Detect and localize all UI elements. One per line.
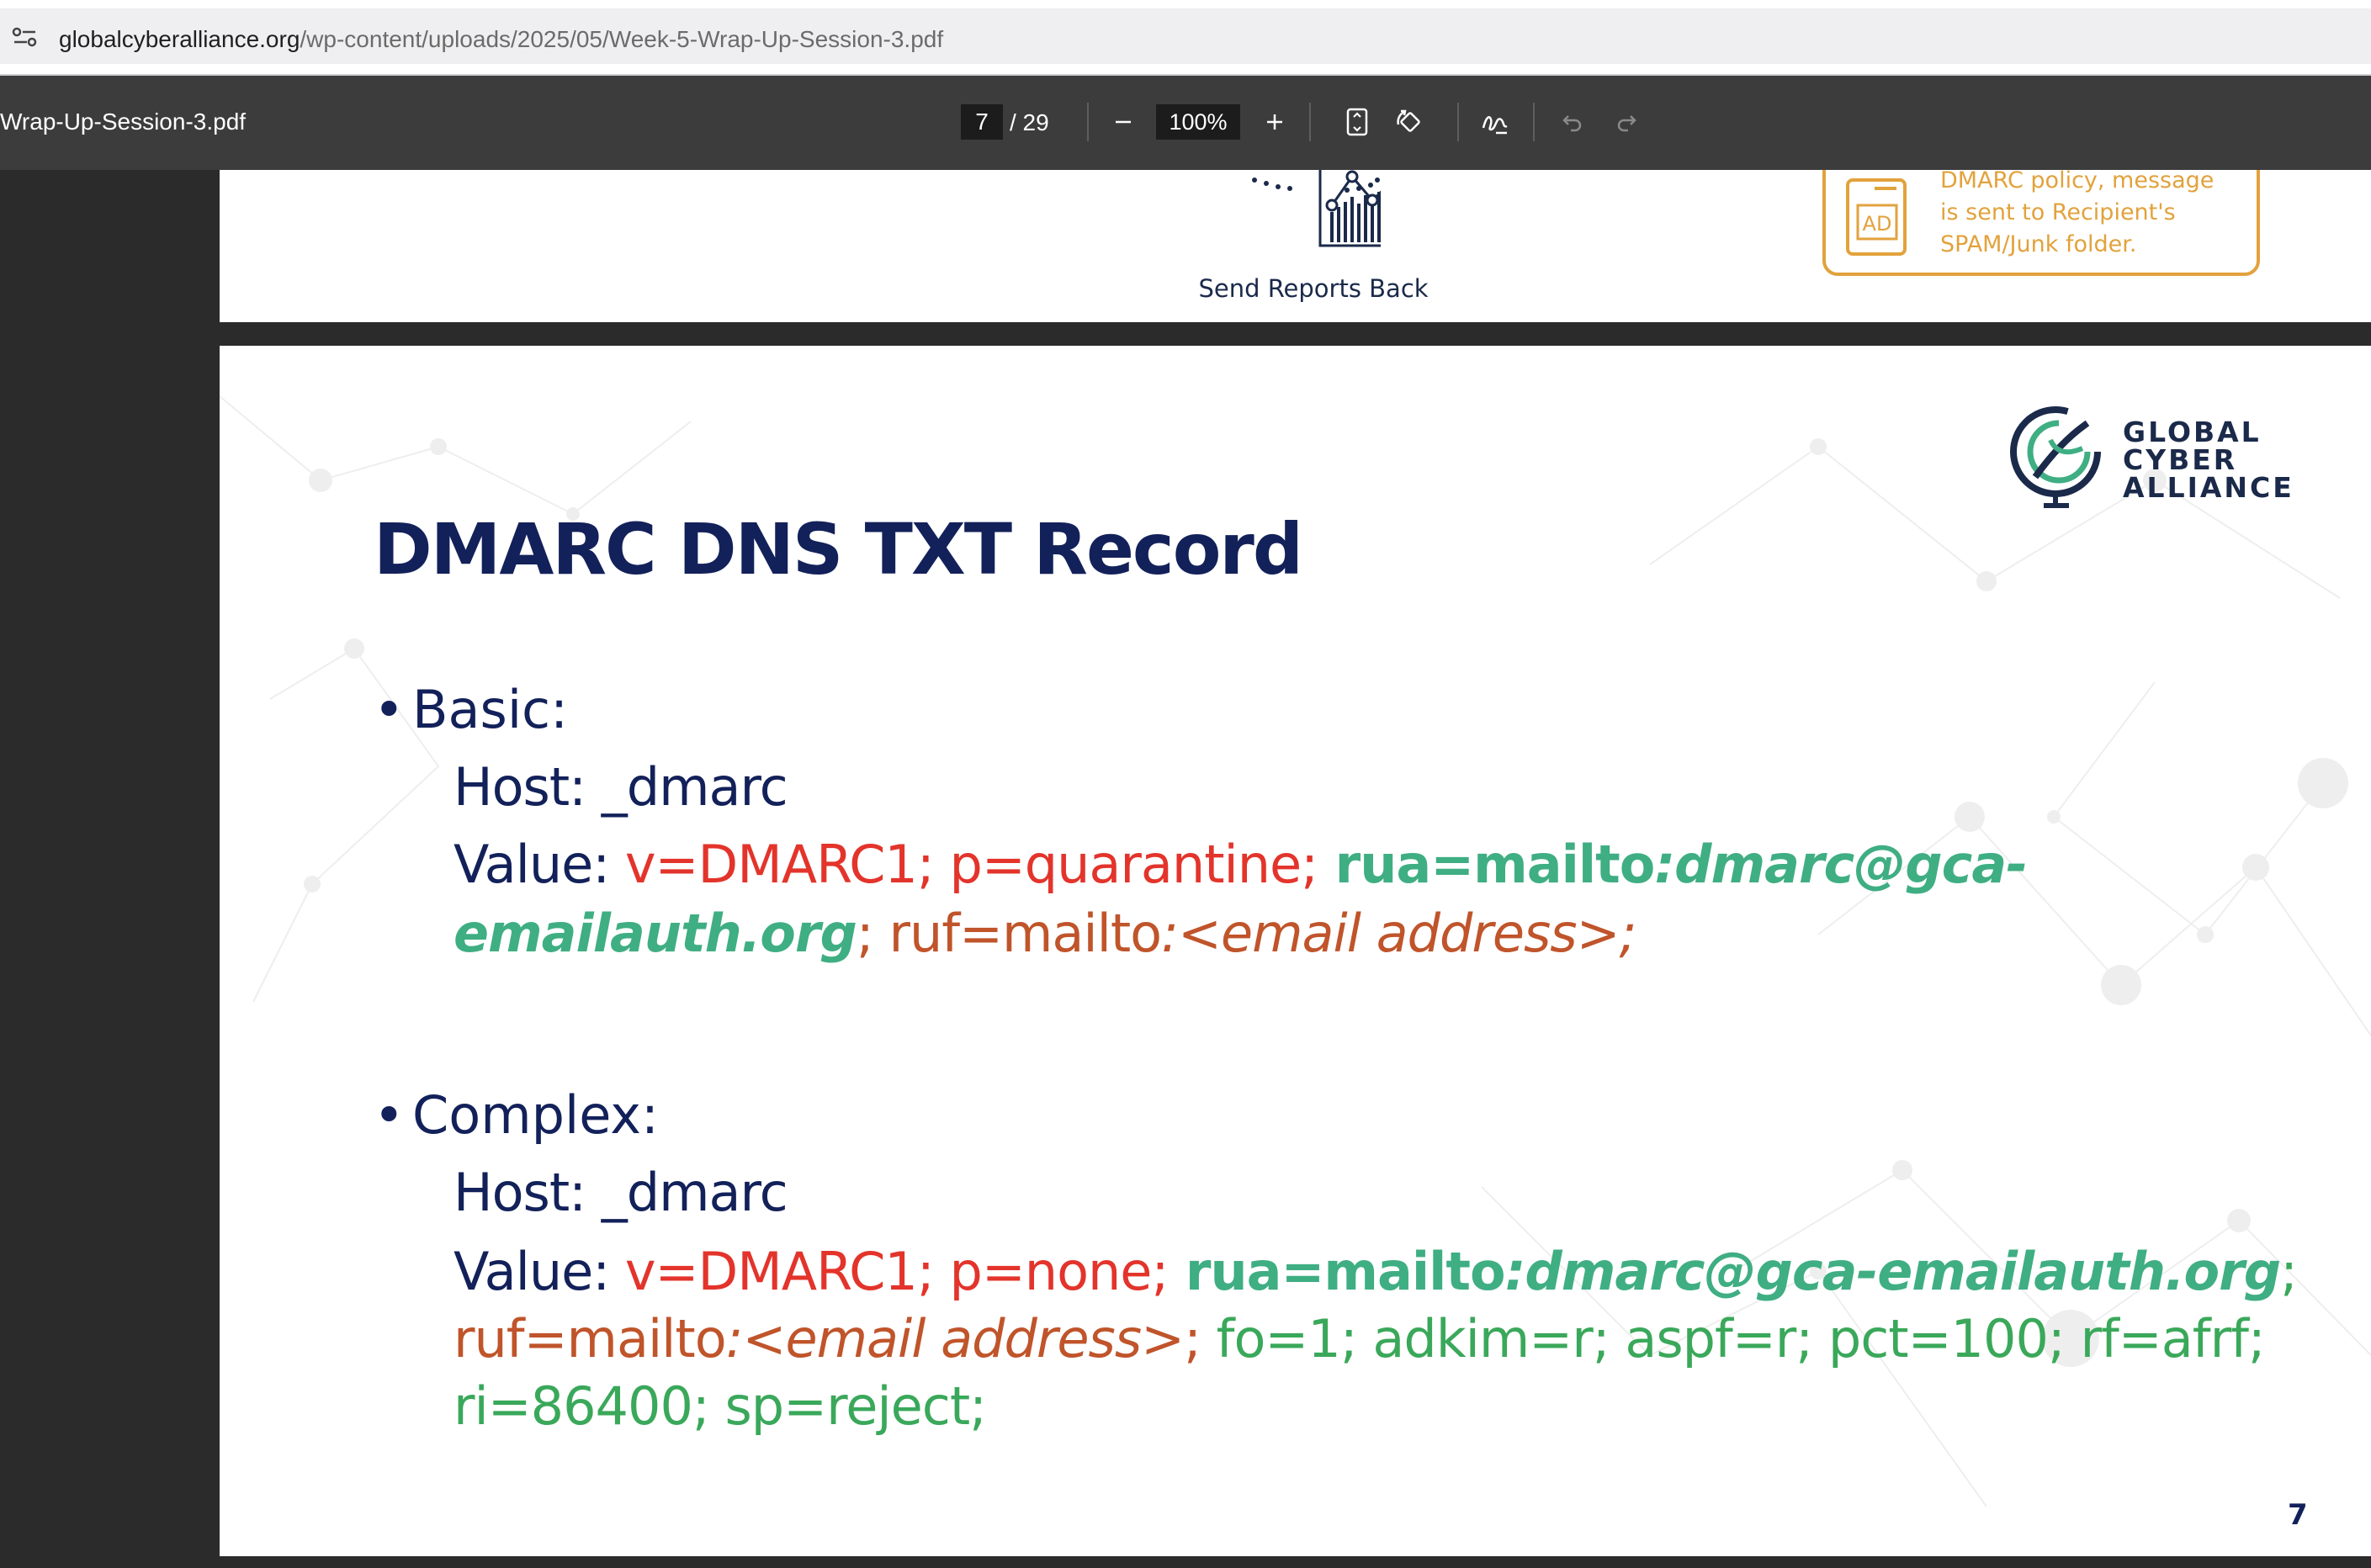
policy-tag: p=none;	[933, 1241, 1169, 1302]
separator: ;	[1184, 1308, 1201, 1369]
logo-line: ALLIANCE	[2123, 471, 2294, 504]
viewer-gutter	[0, 170, 220, 1568]
logo-line: GLOBAL	[2123, 416, 2262, 448]
previous-page-caption: Send Reports Back	[1198, 274, 1429, 303]
basic-value-line-2: emailauth.org; ruf=mailto:<email address…	[454, 904, 1636, 963]
previous-page: Send Reports Back AD DMARC policy, messa…	[220, 170, 2371, 322]
bullet-heading: Basic:	[412, 679, 569, 740]
pdf-page-7: GLOBAL CYBER ALLIANCE DMARC DNS TXT Reco…	[220, 346, 2371, 1556]
bullet-dot: •	[374, 1084, 405, 1146]
basic-host-line: Host: _dmarc	[454, 756, 788, 818]
complex-value-line: Value: v=DMARC1; p=none; rua=mailto:dmar…	[454, 1241, 2298, 1302]
bullet-dot: •	[374, 679, 405, 740]
extra-tags: ri=86400; sp=reject;	[454, 1375, 987, 1437]
extra-tags: fo=1; adkim=r; aspf=r; pct=100; rf=afrf;	[1200, 1308, 2266, 1369]
value-label: Value:	[454, 834, 625, 895]
document-ad-icon: AD	[1846, 178, 1907, 256]
report-chart-icon	[1252, 170, 1381, 247]
address-bar[interactable]: globalcyberalliance.org/wp-content/uploa…	[0, 8, 2371, 64]
bullet-heading: Complex:	[412, 1084, 659, 1146]
logo-line: CYBER	[2123, 443, 2238, 476]
url-text[interactable]: globalcyberalliance.org/wp-content/uploa…	[59, 27, 943, 52]
pdf-toolbar: Wrap-Up-Session-3.pdf / 29	[0, 76, 2371, 170]
spam-folder-callout: AD DMARC policy, message is sent to Reci…	[1822, 170, 2260, 276]
zoom-level-input[interactable]	[1156, 104, 1240, 140]
document-title: Wrap-Up-Session-3.pdf	[0, 109, 247, 135]
site-settings-icon[interactable]	[12, 26, 39, 48]
rotate-icon	[1397, 109, 1420, 132]
gca-logo-wordmark: GLOBAL CYBER ALLIANCE	[2123, 418, 2294, 501]
rua-value-cont: emailauth.org	[454, 903, 857, 964]
complex-value-line-2: ruf=mailto:<email address>; fo=1; adkim=…	[454, 1308, 2266, 1369]
rua-value: :dmarc@gca-	[1654, 834, 2028, 895]
ruf-value: :<email address>	[725, 1308, 1185, 1369]
separator: ;	[2280, 1241, 2298, 1302]
callout-icon-label: AD	[1863, 212, 1892, 236]
bullet-basic: • Basic:	[374, 681, 568, 739]
version-tag: v=DMARC1;	[624, 834, 935, 895]
callout-line: SPAM/Junk folder.	[1940, 231, 2137, 257]
plus-icon	[1267, 114, 1282, 130]
bullet-complex: • Complex:	[374, 1086, 659, 1145]
pdf-viewer[interactable]: Send Reports Back AD DMARC policy, messa…	[0, 170, 2371, 1568]
separator: ;	[856, 903, 874, 964]
ruf-value: :<email address>;	[1161, 903, 1636, 964]
url-host: globalcyberalliance.org	[59, 26, 300, 52]
toolbar-separator	[1457, 103, 1459, 141]
complex-host-line: Host: _dmarc	[454, 1162, 788, 1223]
callout-line: is sent to Recipient's	[1940, 199, 2176, 225]
basic-value-line: Value: v=DMARC1; p=quarantine; rua=mailt…	[454, 834, 2028, 895]
redo-button[interactable]	[1605, 101, 1647, 143]
zoom-out-button[interactable]	[1102, 101, 1144, 143]
toolbar-separator	[1087, 103, 1089, 141]
callout-text: DMARC policy, message is sent to Recipie…	[1940, 170, 2243, 261]
value-label: Value:	[454, 1241, 625, 1302]
toolbar-separator	[1533, 103, 1535, 141]
browser-chrome: globalcyberalliance.org/wp-content/uploa…	[0, 0, 2371, 76]
annotate-button[interactable]	[1474, 101, 1516, 143]
toolbar-separator	[1309, 103, 1311, 141]
minus-icon	[1116, 120, 1131, 124]
version-tag: v=DMARC1;	[624, 1241, 935, 1302]
url-path: /wp-content/uploads/2025/05/Week-5-Wrap-…	[300, 26, 944, 52]
callout-line: DMARC policy, message	[1940, 170, 2215, 193]
rotate-button[interactable]	[1388, 101, 1430, 143]
page-total: / 29	[1010, 109, 1049, 135]
zoom-in-button[interactable]	[1254, 101, 1296, 143]
redo-icon	[1617, 115, 1636, 132]
fit-to-page-button[interactable]	[1336, 101, 1378, 143]
annotate-icon	[1482, 116, 1508, 135]
policy-tag: p=quarantine;	[933, 834, 1318, 895]
page-number-input[interactable]	[961, 104, 1003, 140]
slide-page-number: 7	[2288, 1498, 2308, 1532]
rua-key: rua=mailto	[1318, 834, 1656, 895]
undo-button[interactable]	[1551, 101, 1594, 143]
rua-value: :dmarc@gca-emailauth.org	[1504, 1241, 2281, 1302]
undo-icon	[1562, 115, 1582, 132]
fit-page-icon	[1346, 108, 1368, 136]
slide-title: DMARC DNS TXT Record	[374, 508, 1303, 591]
complex-value-line-3: ri=86400; sp=reject;	[454, 1375, 987, 1437]
rua-key: rua=mailto	[1168, 1241, 1506, 1302]
ruf-key: ruf=mailto	[454, 1308, 727, 1369]
ruf-key: ruf=mailto	[873, 903, 1162, 964]
